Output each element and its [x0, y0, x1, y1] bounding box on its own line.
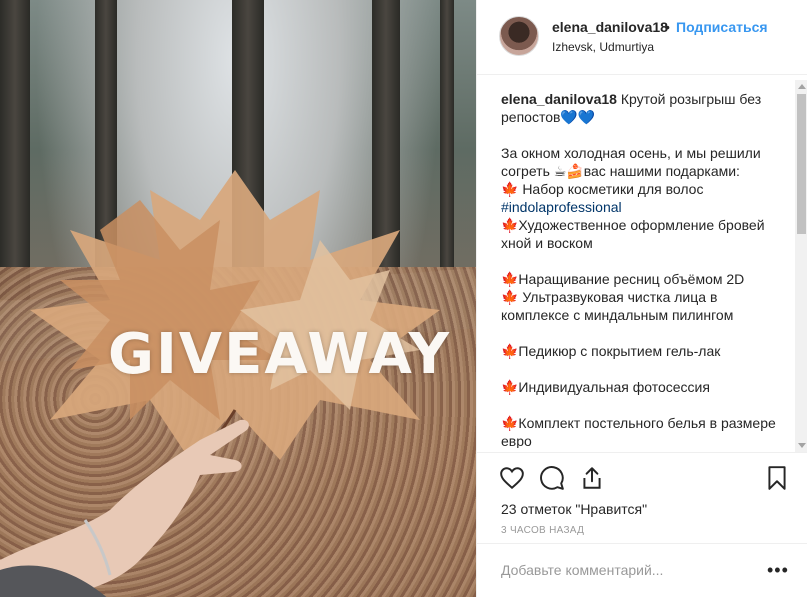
bookmark-icon[interactable]	[764, 465, 790, 491]
caption-line: евро	[501, 433, 532, 448]
caption-line: 🍁Индивидуальная фотосессия	[501, 379, 710, 395]
caption-scrollbar[interactable]	[795, 80, 807, 452]
post-photo[interactable]: GIVEAWAY	[0, 0, 476, 597]
scroll-thumb[interactable]	[797, 94, 806, 234]
comment-icon[interactable]	[539, 465, 565, 491]
post-header: elena_danilova18 • Подписаться Izhevsk, …	[477, 0, 807, 75]
comment-box: •••	[477, 543, 807, 597]
caption-line: 🍁Педикюр с покрытием гель-лак	[501, 343, 721, 359]
post-caption: elena_danilova18 Крутой розыгрыш без реп…	[501, 90, 791, 448]
comment-input[interactable]	[501, 562, 741, 578]
more-options-button[interactable]: •••	[767, 560, 789, 581]
caption-line: репостов💙💙	[501, 109, 596, 125]
caption-line: 🍁 Набор косметики для волос	[501, 181, 704, 197]
post-actions: 23 отметок "Нравится" 3 ЧАСОВ НАЗАД	[477, 452, 807, 542]
caption-line	[501, 324, 791, 342]
caption-line: 🍁Комплект постельного белья в размере	[501, 415, 776, 431]
caption-line	[501, 396, 791, 414]
caption-line	[501, 360, 791, 378]
separator-dot: •	[665, 19, 670, 35]
likes-count[interactable]: 23 отметок "Нравится"	[501, 501, 647, 517]
scroll-down-arrow[interactable]	[798, 443, 806, 448]
caption-username[interactable]: elena_danilova18	[501, 91, 617, 107]
avatar[interactable]	[499, 16, 539, 56]
caption-line	[501, 126, 791, 144]
heart-icon[interactable]	[499, 465, 525, 491]
caption-line: 🍁Художественное оформление бровей	[501, 217, 765, 233]
hand-holding-leaves	[0, 419, 249, 597]
caption-line: комплексе с миндальным пилингом	[501, 307, 734, 323]
caption-line	[501, 252, 791, 270]
caption-line: хной и воском	[501, 235, 593, 251]
caption-line: согреть ☕🍰вас нашими подарками:	[501, 163, 740, 179]
scroll-up-arrow[interactable]	[798, 84, 806, 89]
caption-line: 🍁Наращивание ресниц объёмом 2D	[501, 271, 745, 287]
caption-line: elena_danilova18 Крутой розыгрыш без	[501, 91, 762, 107]
giveaway-overlay-text: GIVEAWAY	[108, 322, 452, 387]
share-icon[interactable]	[579, 465, 605, 491]
caption-line: 🍁 Ультразвуковая чистка лица в	[501, 289, 718, 305]
location-link[interactable]: Izhevsk, Udmurtiya	[552, 40, 654, 54]
header-username[interactable]: elena_danilova18	[552, 19, 668, 35]
post-timestamp[interactable]: 3 ЧАСОВ НАЗАД	[501, 525, 584, 536]
post-sidebar: elena_danilova18 • Подписаться Izhevsk, …	[476, 0, 807, 597]
hashtag-link[interactable]: #indolaprofessional	[501, 198, 791, 216]
follow-button[interactable]: Подписаться	[676, 19, 768, 35]
caption-line: За окном холодная осень, и мы решили	[501, 145, 761, 161]
